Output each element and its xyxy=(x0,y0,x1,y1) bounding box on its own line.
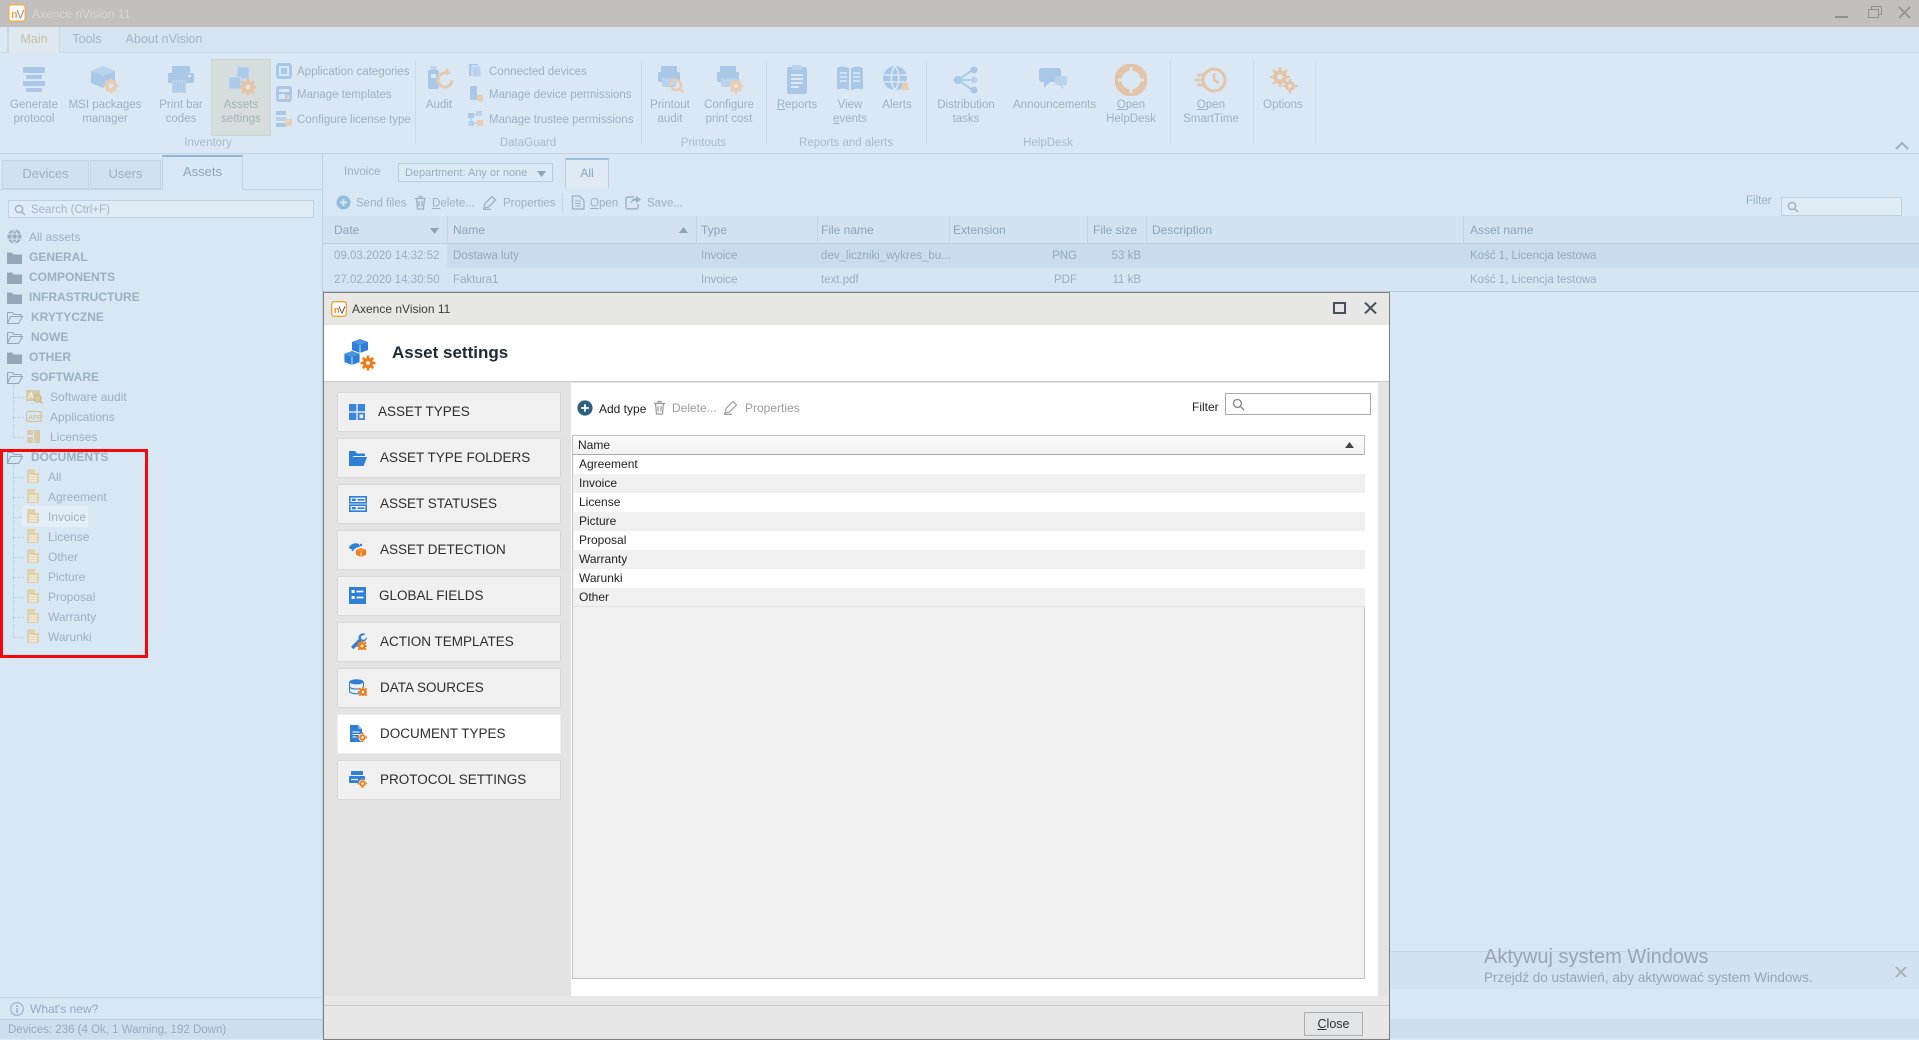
svg-text:A: A xyxy=(28,391,34,401)
svg-text:V: V xyxy=(339,306,346,317)
svg-text:V: V xyxy=(16,8,24,21)
svg-text:APP: APP xyxy=(28,415,42,422)
